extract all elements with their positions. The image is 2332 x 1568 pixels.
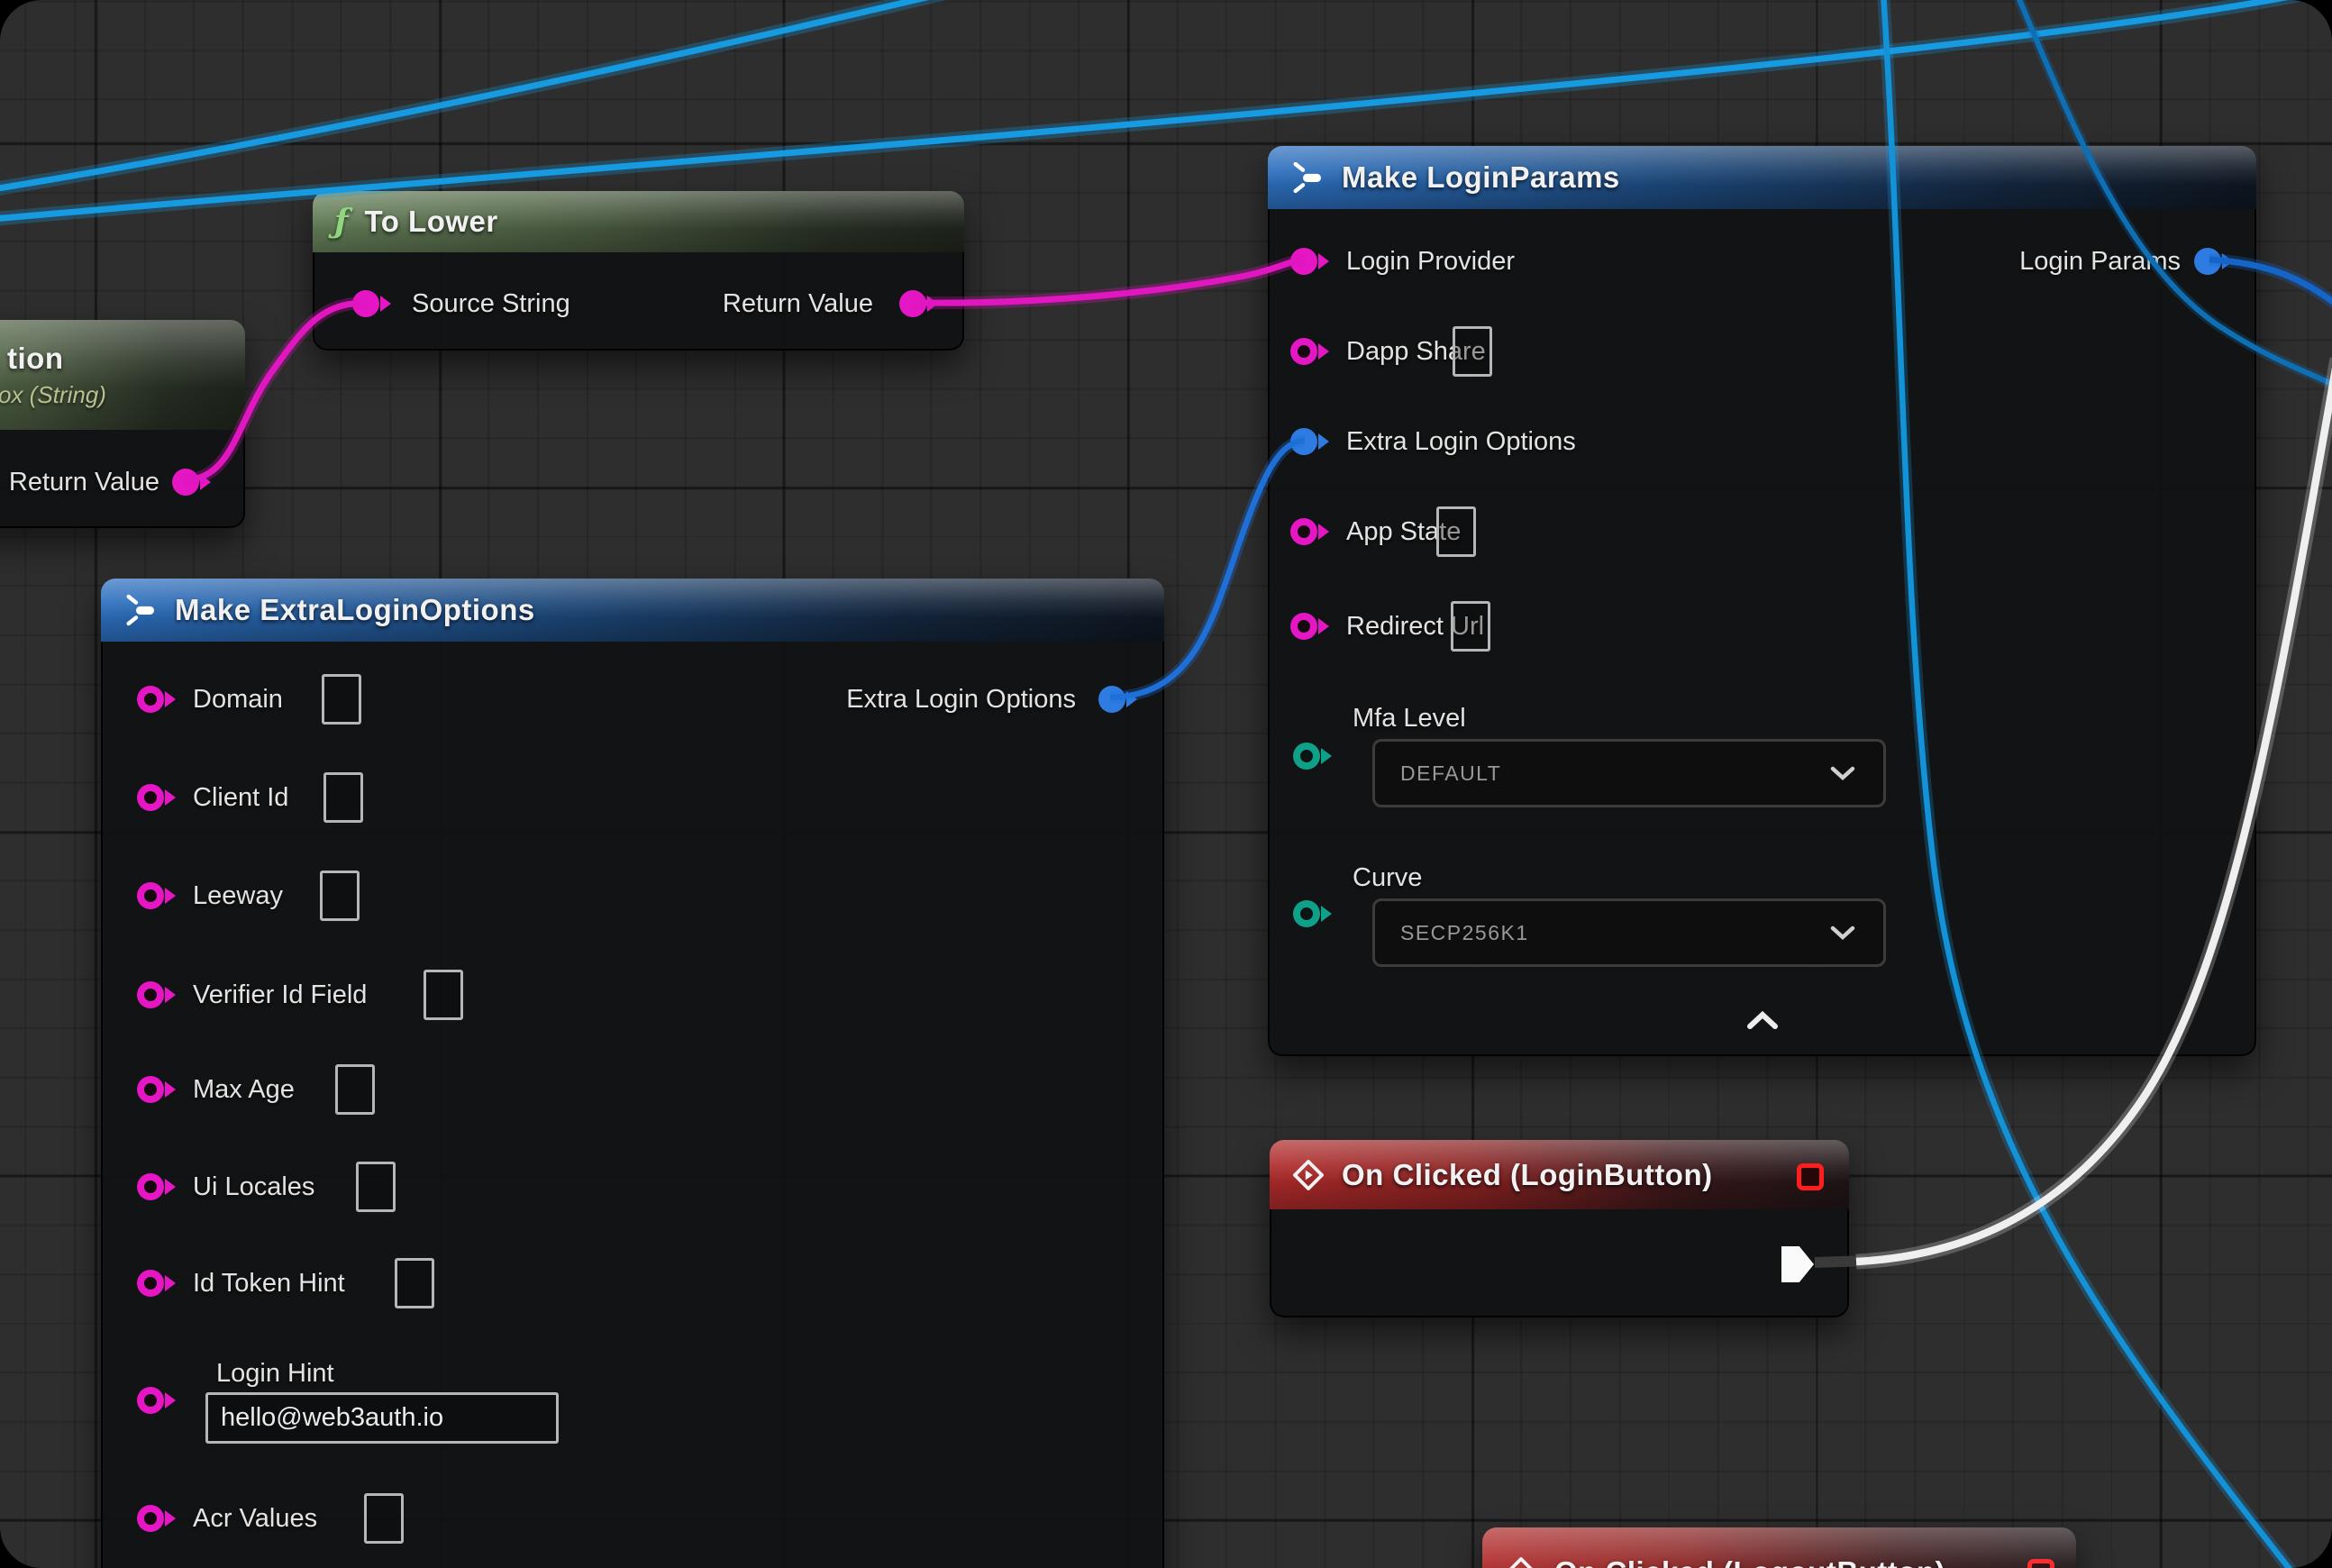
pin-label-extra-login-options-out: Extra Login Options [846, 684, 1076, 715]
node-on-clicked-login-button[interactable]: On Clicked (LoginButton) [1270, 1140, 1849, 1317]
node-on-clicked-logout-button[interactable]: On Clicked (LogoutButton) [1482, 1527, 2076, 1568]
on-clicked-login-title: On Clicked (LoginButton) [1342, 1158, 1713, 1192]
on-clicked-logout-title: On Clicked (LogoutButton) [1554, 1555, 1945, 1568]
acr-values-value-field[interactable] [364, 1493, 404, 1544]
make-struct-icon [1289, 160, 1325, 196]
input-pin-login-hint[interactable] [137, 1387, 164, 1414]
pin-label-client-id: Client Id [193, 782, 288, 813]
pin-label-id-token-hint: Id Token Hint [193, 1268, 345, 1299]
make-struct-icon [123, 592, 159, 628]
app-state-value-field[interactable] [1436, 506, 1476, 557]
pin-label-source-string: Source String [412, 288, 570, 319]
pin-label-acr-values: Acr Values [193, 1503, 317, 1534]
redirect-url-value-field[interactable] [1451, 601, 1490, 652]
input-pin-mfa-level[interactable] [1293, 743, 1320, 770]
node-make-extra-login-options[interactable]: Make ExtraLoginOptions Extra Login Optio… [101, 579, 1164, 1568]
input-pin-acr-values[interactable] [137, 1505, 164, 1532]
delegate-output-pin[interactable] [2027, 1559, 2054, 1568]
event-diamond-icon [1504, 1555, 1538, 1568]
verifier-id-field-value-field[interactable] [424, 970, 463, 1020]
wire-blue-topleft-a [0, 0, 953, 189]
exec-output-pin[interactable] [1781, 1246, 1814, 1282]
input-pin-leeway[interactable] [137, 882, 164, 909]
melo-header[interactable]: Make ExtraLoginOptions [101, 579, 1164, 642]
curve-value: SECP256K1 [1400, 921, 1529, 945]
pin-label-login-hint: Login Hint [216, 1358, 334, 1389]
input-pin-domain[interactable] [137, 686, 164, 713]
mlp-title: Make LoginParams [1342, 160, 1620, 195]
delegate-output-pin[interactable] [1797, 1163, 1824, 1190]
wire-tolower-to-login-provider [913, 260, 1305, 303]
melo-title: Make ExtraLoginOptions [175, 593, 535, 627]
pin-label-max-age: Max Age [193, 1074, 295, 1105]
input-pin-app-state[interactable] [1290, 518, 1317, 545]
chevron-down-icon [1827, 924, 1858, 942]
event-diamond-icon [1291, 1158, 1325, 1192]
output-pin-extra-login-options[interactable] [1098, 686, 1125, 713]
input-pin-redirect-url[interactable] [1290, 613, 1317, 640]
node-partial-title: tion [7, 342, 63, 376]
output-pin-return-value[interactable] [899, 290, 926, 317]
mlp-header[interactable]: Make LoginParams [1268, 146, 2256, 209]
input-pin-ui-locales[interactable] [137, 1173, 164, 1200]
on-clicked-login-header[interactable]: On Clicked (LoginButton) [1270, 1140, 1849, 1209]
input-pin-client-id[interactable] [137, 784, 164, 811]
domain-value-field[interactable] [322, 674, 361, 725]
function-icon: ƒ [334, 203, 349, 241]
input-pin-verifier-id-field[interactable] [137, 981, 164, 1008]
pin-label-login-provider: Login Provider [1346, 246, 1515, 277]
input-pin-login-provider[interactable] [1290, 248, 1317, 275]
max-age-value-field[interactable] [335, 1064, 375, 1115]
pin-label-return-value: Return Value [723, 288, 873, 319]
pin-label-login-params: Login Params [2019, 246, 2181, 277]
input-pin-id-token-hint[interactable] [137, 1270, 164, 1297]
pin-label-mfa-level: Mfa Level [1353, 703, 1466, 734]
input-pin-curve[interactable] [1293, 900, 1320, 927]
leeway-value-field[interactable] [320, 871, 360, 921]
output-pin-login-params[interactable] [2194, 248, 2221, 275]
node-to-lower[interactable]: ƒ To Lower Source String Return Value [313, 191, 964, 351]
mfa-level-dropdown[interactable]: DEFAULT [1372, 739, 1886, 807]
node-partial-header[interactable]: tion ox (String) [0, 320, 245, 430]
input-pin-dapp-share[interactable] [1290, 338, 1317, 365]
pin-label-extra-login-options: Extra Login Options [1346, 426, 1576, 457]
pin-label-curve: Curve [1353, 862, 1422, 893]
pin-label-domain: Domain [193, 684, 283, 715]
input-pin-extra-login-options[interactable] [1290, 428, 1317, 455]
mfa-level-value: DEFAULT [1400, 761, 1501, 786]
pin-label-ui-locales: Ui Locales [193, 1171, 314, 1202]
on-clicked-logout-header[interactable]: On Clicked (LogoutButton) [1482, 1527, 2076, 1568]
curve-dropdown[interactable]: SECP256K1 [1372, 898, 1886, 967]
collapse-node-button[interactable] [1743, 1009, 1782, 1035]
node-partial-subtitle: ox (String) [0, 381, 106, 409]
node-make-login-params[interactable]: Make LoginParams Login Provider Login Pa… [1268, 146, 2256, 1056]
pin-label-return-value: Return Value [9, 467, 159, 497]
input-pin-max-age[interactable] [137, 1076, 164, 1103]
login-hint-input[interactable] [205, 1392, 559, 1444]
id-token-hint-value-field[interactable] [395, 1258, 434, 1308]
input-pin-source-string[interactable] [352, 290, 379, 317]
chevron-down-icon [1827, 764, 1858, 782]
output-pin-return-value[interactable] [172, 469, 199, 496]
ui-locales-value-field[interactable] [356, 1162, 396, 1212]
client-id-value-field[interactable] [323, 772, 363, 823]
to-lower-title: To Lower [365, 205, 498, 239]
pin-label-verifier-id-field: Verifier Id Field [193, 980, 367, 1010]
blueprint-graph-canvas[interactable]: tion ox (String) Return Value ƒ To Lower… [0, 0, 2332, 1568]
node-partial-function[interactable]: tion ox (String) Return Value [0, 320, 245, 528]
to-lower-header[interactable]: ƒ To Lower [313, 191, 964, 252]
dapp-share-value-field[interactable] [1453, 326, 1492, 377]
pin-label-leeway: Leeway [193, 880, 283, 911]
